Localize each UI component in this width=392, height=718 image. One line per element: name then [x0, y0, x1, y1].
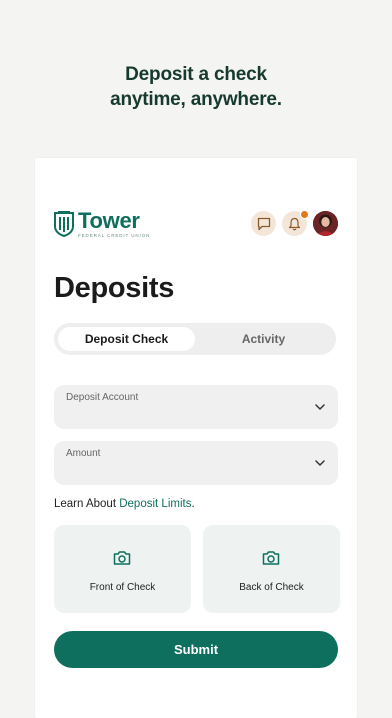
submit-button[interactable]: Submit: [54, 631, 338, 668]
deposit-limits-link[interactable]: Deposit Limits: [119, 498, 191, 510]
chevron-down-icon: [315, 404, 325, 410]
back-of-check-button[interactable]: Back of Check: [203, 525, 340, 613]
front-of-check-label: Front of Check: [89, 582, 156, 593]
user-photo-icon: [313, 211, 338, 236]
brand-name: Tower: [78, 208, 140, 233]
camera-icon: [113, 551, 131, 565]
tab-switcher: Deposit Check Activity: [54, 323, 336, 355]
bell-icon: [288, 217, 301, 230]
deposit-account-select[interactable]: Deposit Account: [54, 385, 338, 429]
promo-line-1: Deposit a check: [125, 64, 267, 85]
notifications-button[interactable]: [282, 210, 309, 236]
learn-suffix: .: [191, 498, 195, 510]
promo-line-2: anytime, anywhere.: [110, 89, 282, 110]
amount-select[interactable]: Amount: [54, 441, 338, 485]
chat-icon: [257, 217, 270, 230]
avatar[interactable]: [313, 211, 338, 236]
deposit-limits-text: Learn About Deposit Limits.: [54, 498, 195, 510]
promo-heading: Deposit a check anytime, anywhere.: [0, 62, 392, 112]
tower-logo-icon: [54, 211, 74, 237]
brand-logo: Tower FEDERAL CREDIT UNION: [53, 210, 150, 240]
app-screen: Tower FEDERAL CREDIT UNION Deposits Depo…: [35, 158, 357, 718]
chat-button[interactable]: [251, 211, 276, 236]
deposit-account-label: Deposit Account: [66, 392, 139, 403]
back-of-check-label: Back of Check: [239, 582, 304, 593]
learn-prefix: Learn About: [54, 498, 120, 510]
notification-dot: [300, 210, 309, 219]
front-of-check-button[interactable]: Front of Check: [54, 525, 191, 613]
chevron-down-icon: [315, 460, 325, 466]
camera-icon: [262, 551, 280, 565]
page-title: Deposits: [54, 272, 175, 304]
tab-deposit-check[interactable]: Deposit Check: [58, 327, 195, 351]
amount-label: Amount: [66, 448, 101, 459]
tab-activity[interactable]: Activity: [195, 327, 332, 351]
brand-subtitle: FEDERAL CREDIT UNION: [78, 233, 151, 238]
